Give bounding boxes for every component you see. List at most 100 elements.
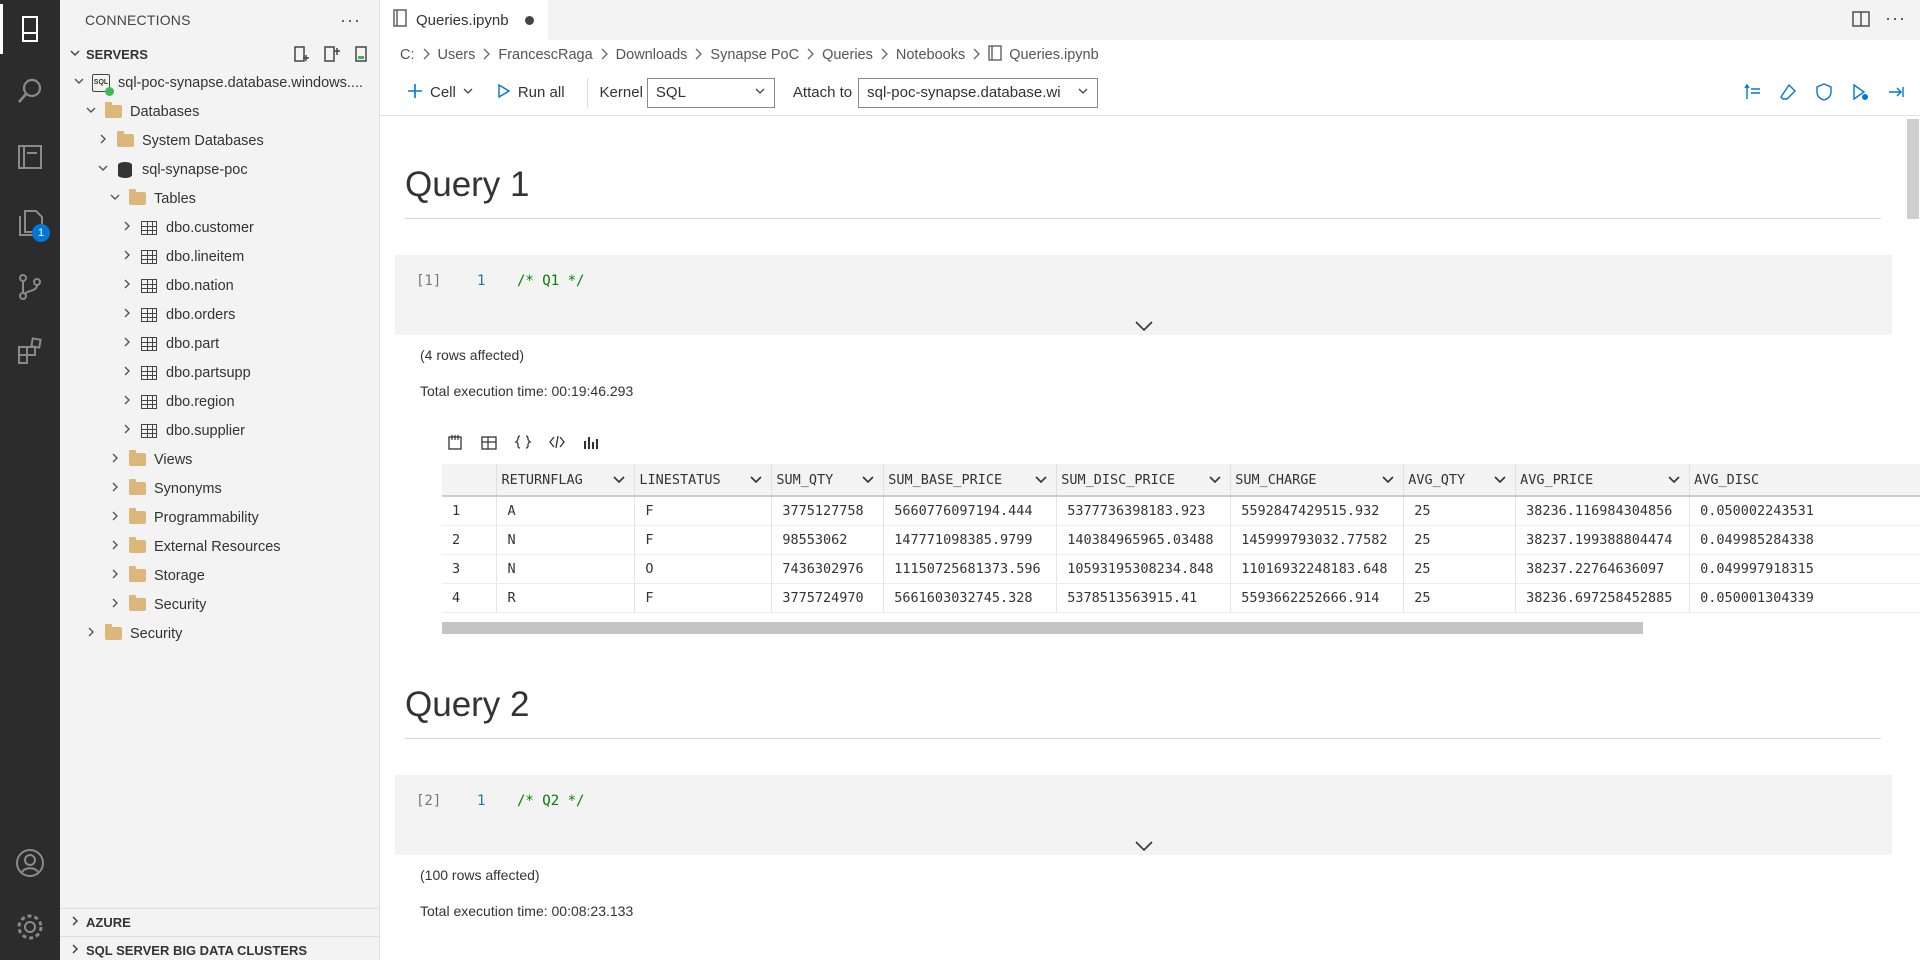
table-cell[interactable]: 0.049997918315 [1689, 554, 1920, 584]
chart-icon[interactable] [581, 432, 601, 452]
table-cell[interactable]: F [634, 583, 773, 613]
chevron-down-icon[interactable] [104, 191, 126, 206]
table-cell[interactable]: 7436302976 [771, 554, 885, 584]
source-control-icon[interactable] [0, 258, 60, 316]
table-cell[interactable]: N [496, 525, 636, 555]
chevron-right-icon[interactable] [104, 452, 126, 467]
table-cell[interactable]: 140384965965.03488 [1056, 525, 1232, 555]
tree-item-table[interactable]: dbo.part [60, 329, 379, 358]
notebooks-icon[interactable] [0, 128, 60, 186]
chevron-right-icon[interactable] [104, 481, 126, 496]
column-menu-chevron-icon[interactable] [749, 472, 763, 486]
breadcrumb-item[interactable]: Queries [822, 47, 873, 63]
active-connections-icon[interactable] [351, 43, 373, 65]
more-actions-icon[interactable]: ··· [1885, 8, 1906, 29]
trusted-shield-icon[interactable] [1814, 82, 1834, 102]
column-header[interactable]: SUM_QTY [771, 464, 885, 497]
account-icon[interactable] [0, 834, 60, 892]
column-menu-chevron-icon[interactable] [1208, 472, 1222, 486]
table-cell[interactable]: 3775724970 [771, 583, 885, 613]
table-cell[interactable]: 11016932248183.648 [1230, 554, 1405, 584]
table-cell[interactable]: A [496, 496, 636, 526]
tree-item-folder[interactable]: Databases [60, 97, 379, 126]
save-as-json-icon[interactable] [513, 432, 533, 452]
tree-item-table[interactable]: dbo.customer [60, 213, 379, 242]
table-cell[interactable]: 0.050002243531 [1689, 496, 1920, 526]
tree-item-folder[interactable]: Storage [60, 561, 379, 590]
unsaved-dot-icon[interactable] [524, 15, 534, 25]
code-cell-1[interactable]: [1] 1 /* Q1 */ [395, 255, 1892, 335]
tree-item-folder[interactable]: Synonyms [60, 474, 379, 503]
chevron-right-icon[interactable] [116, 423, 138, 438]
tree-item-folder[interactable]: Security [60, 619, 379, 648]
run-with-parameters-icon[interactable] [1850, 82, 1870, 102]
table-cell[interactable]: 38237.22764636097 [1515, 554, 1691, 584]
table-cell[interactable]: 25 [1403, 496, 1517, 526]
column-header[interactable]: RETURNFLAG [496, 464, 636, 497]
extensions-icon[interactable] [0, 322, 60, 380]
row-number-cell[interactable]: 4 [442, 583, 498, 613]
breadcrumb-item[interactable]: Notebooks [896, 47, 965, 63]
table-cell[interactable]: 25 [1403, 525, 1517, 555]
code-cell-2[interactable]: [2] 1 /* Q2 */ [395, 775, 1892, 855]
attach-to-select[interactable]: sql-poc-synapse.database.wi [858, 77, 1099, 108]
chevron-down-icon[interactable] [68, 75, 90, 90]
table-cell[interactable]: 5378513563915.41 [1056, 583, 1232, 613]
more-actions-icon[interactable]: ··· [340, 10, 361, 31]
column-header[interactable]: SUM_BASE_PRICE [883, 464, 1058, 497]
table-cell[interactable]: 0.050001304339 [1689, 583, 1920, 613]
tree-item-folder[interactable]: Views [60, 445, 379, 474]
chevron-right-icon[interactable] [116, 249, 138, 264]
vertical-scrollbar[interactable] [1906, 117, 1920, 960]
explorer-icon[interactable]: 1 [0, 194, 60, 252]
search-icon[interactable] [0, 62, 60, 120]
table-cell[interactable]: 10593195308234.848 [1056, 554, 1232, 584]
column-menu-chevron-icon[interactable] [1667, 472, 1681, 486]
chevron-down-icon[interactable] [80, 104, 102, 119]
split-editor-icon[interactable] [1852, 10, 1870, 28]
table-cell[interactable]: F [634, 496, 773, 526]
tree-item-table[interactable]: dbo.orders [60, 300, 379, 329]
table-cell[interactable]: 5592847429515.932 [1230, 496, 1405, 526]
table-cell[interactable]: R [496, 583, 636, 613]
kernel-select[interactable]: SQL [646, 77, 775, 108]
column-menu-chevron-icon[interactable] [612, 472, 626, 486]
table-cell[interactable]: 5593662252666.914 [1230, 583, 1405, 613]
breadcrumb-item[interactable]: Synapse PoC [710, 47, 799, 63]
chevron-right-icon[interactable] [104, 510, 126, 525]
tree-item-folder[interactable]: System Databases [60, 126, 379, 155]
table-cell[interactable]: 3775127758 [771, 496, 885, 526]
column-menu-chevron-icon[interactable] [1381, 472, 1395, 486]
tree-item-folder[interactable]: External Resources [60, 532, 379, 561]
column-menu-chevron-icon[interactable] [1034, 472, 1048, 486]
table-cell[interactable]: F [634, 525, 773, 555]
row-number-cell[interactable]: 3 [442, 554, 498, 584]
chevron-right-icon[interactable] [104, 568, 126, 583]
horizontal-scrollbar[interactable] [442, 622, 1643, 634]
settings-gear-icon[interactable] [0, 898, 60, 956]
tree-item-table[interactable]: dbo.supplier [60, 416, 379, 445]
chevron-right-icon[interactable] [116, 394, 138, 409]
chevron-down-icon[interactable] [92, 162, 114, 177]
tree-item-database[interactable]: sql-synapse-poc [60, 155, 379, 184]
chevron-right-icon[interactable] [92, 133, 114, 148]
tree-item-table[interactable]: dbo.region [60, 387, 379, 416]
table-cell[interactable]: 98553062 [771, 525, 885, 555]
tree-item-table[interactable]: dbo.nation [60, 271, 379, 300]
table-cell[interactable]: 147771098385.9799 [883, 525, 1058, 555]
clear-results-icon[interactable] [1778, 82, 1798, 102]
azure-section-header[interactable]: AZURE [60, 908, 379, 936]
table-cell[interactable]: 11150725681373.596 [883, 554, 1058, 584]
table-cell[interactable]: N [496, 554, 636, 584]
chevron-right-icon[interactable] [104, 597, 126, 612]
save-as-xml-icon[interactable] [547, 432, 567, 452]
breadcrumb-item[interactable]: Users [438, 47, 476, 63]
table-cell[interactable]: 0.049985284338 [1689, 525, 1920, 555]
column-header[interactable]: SUM_DISC_PRICE [1056, 464, 1232, 497]
servers-section-header[interactable]: SERVERS [60, 40, 379, 68]
breadcrumb-item[interactable]: Queries.ipynb [1009, 47, 1098, 63]
tree-item-folder[interactable]: Security [60, 590, 379, 619]
new-server-group-icon[interactable] [321, 43, 343, 65]
table-cell[interactable]: 5661603032745.328 [883, 583, 1058, 613]
scrollbar-thumb[interactable] [1907, 119, 1919, 219]
